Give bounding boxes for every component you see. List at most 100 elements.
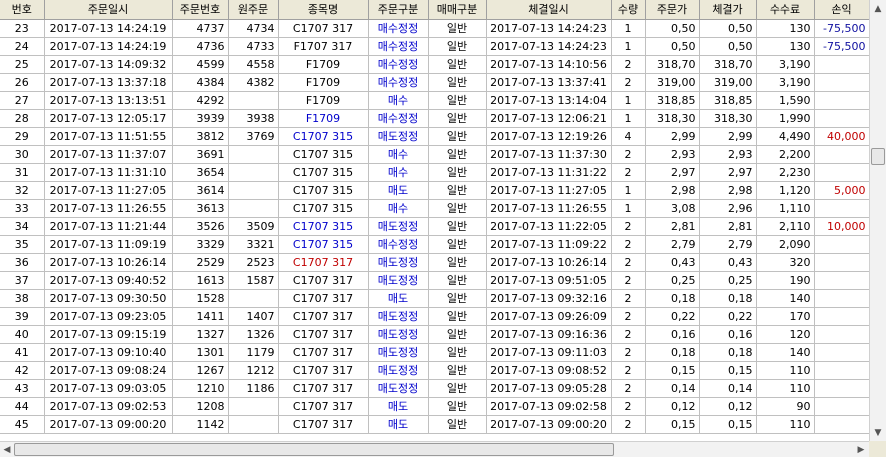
horizontal-scrollbar[interactable]: ◀ ▶ <box>0 441 869 457</box>
cell-order-no: 3329 <box>172 235 229 254</box>
cell-pnl <box>814 55 869 74</box>
table-row[interactable]: 45 2017-07-13 09:00:20 1142 C1707 317 매도 일반 20… <box>0 415 869 434</box>
orders-grid[interactable]: 번호 주문일시 주문번호 원주문 종목명 주문구분 매매구분 체결일시 수량 주문가 체결가 수수료 손… <box>0 0 869 441</box>
cell-pnl <box>814 379 869 398</box>
table-row[interactable]: 29 2017-07-13 11:51:55 3812 3769 C1707 315 매도… <box>0 127 869 146</box>
column-header[interactable]: 주문가 <box>645 0 700 20</box>
table-row[interactable]: 23 2017-07-13 14:24:19 4737 4734 C1707 317 매수… <box>0 19 869 38</box>
column-header[interactable]: 손익 <box>814 0 869 20</box>
cell-item: C1707 315 <box>278 235 369 254</box>
table-row[interactable]: 43 2017-07-13 09:03:05 1210 1186 C1707 317 매도… <box>0 379 869 398</box>
arrow-left-icon[interactable]: ◀ <box>0 442 14 457</box>
column-header[interactable]: 주문번호 <box>172 0 229 20</box>
table-row[interactable]: 24 2017-07-13 14:24:19 4736 4733 F1707 317 매수… <box>0 37 869 56</box>
cell-orig <box>228 397 279 416</box>
table-row[interactable]: 27 2017-07-13 13:13:51 4292 F1709 매수 일반 2017-0… <box>0 91 869 110</box>
cell-orig: 2523 <box>228 253 279 272</box>
cell-type: 매수 <box>368 91 429 110</box>
cell-item: C1707 317 <box>278 271 369 290</box>
cell-no: 25 <box>0 55 45 74</box>
cell-order-no: 3613 <box>172 199 229 218</box>
table-row[interactable]: 40 2017-07-13 09:15:19 1327 1326 C1707 317 매도… <box>0 325 869 344</box>
cell-fill-price: 318,70 <box>699 55 757 74</box>
table-row[interactable]: 28 2017-07-13 12:05:17 3939 3938 F1709 매수정정 일반… <box>0 109 869 128</box>
vertical-scroll-thumb[interactable] <box>871 148 885 165</box>
cell-trade: 일반 <box>428 91 487 110</box>
cell-fill-time: 2017-07-13 12:19:26 <box>486 127 612 146</box>
column-header[interactable]: 주문일시 <box>44 0 173 20</box>
cell-fill-price: 0,16 <box>699 325 757 344</box>
cell-item: C1707 317 <box>278 415 369 434</box>
table-body: 23 2017-07-13 14:24:19 4737 4734 C1707 317 매수… <box>0 19 869 434</box>
cell-price: 2,93 <box>645 145 700 164</box>
cell-pnl <box>814 361 869 380</box>
table-row[interactable]: 31 2017-07-13 11:31:10 3654 C1707 315 매수 일반 20… <box>0 163 869 182</box>
column-header[interactable]: 주문구분 <box>368 0 429 20</box>
cell-order-no: 1613 <box>172 271 229 290</box>
cell-order-time: 2017-07-13 11:09:19 <box>44 235 173 254</box>
cell-fill-time: 2017-07-13 11:31:22 <box>486 163 612 182</box>
table-row[interactable]: 26 2017-07-13 13:37:18 4384 4382 F1709 매수정정 일반… <box>0 73 869 92</box>
cell-order-time: 2017-07-13 14:09:32 <box>44 55 173 74</box>
arrow-down-icon[interactable]: ▼ <box>870 424 886 441</box>
column-header[interactable]: 수량 <box>611 0 646 20</box>
table-row[interactable]: 37 2017-07-13 09:40:52 1613 1587 C1707 317 매도… <box>0 271 869 290</box>
cell-item: C1707 317 <box>278 19 369 38</box>
cell-fill-time: 2017-07-13 14:24:23 <box>486 19 612 38</box>
cell-orig: 1212 <box>228 361 279 380</box>
column-header[interactable]: 원주문 <box>228 0 279 20</box>
table-row[interactable]: 36 2017-07-13 10:26:14 2529 2523 C1707 317 매도… <box>0 253 869 272</box>
cell-order-no: 1528 <box>172 289 229 308</box>
column-header[interactable]: 종목명 <box>278 0 369 20</box>
vertical-scrollbar[interactable]: ▲ ▼ <box>869 0 886 441</box>
cell-fill-price: 0,50 <box>699 19 757 38</box>
table-row[interactable]: 41 2017-07-13 09:10:40 1301 1179 C1707 317 매도… <box>0 343 869 362</box>
cell-type: 매도 <box>368 415 429 434</box>
cell-order-no: 4384 <box>172 73 229 92</box>
cell-price: 318,30 <box>645 109 700 128</box>
cell-orig: 1587 <box>228 271 279 290</box>
arrow-right-icon[interactable]: ▶ <box>854 442 868 457</box>
table-row[interactable]: 39 2017-07-13 09:23:05 1411 1407 C1707 317 매도… <box>0 307 869 326</box>
cell-order-time: 2017-07-13 09:23:05 <box>44 307 173 326</box>
cell-order-time: 2017-07-13 09:08:24 <box>44 361 173 380</box>
cell-type: 매수 <box>368 163 429 182</box>
horizontal-scroll-thumb[interactable] <box>14 443 614 456</box>
cell-fill-time: 2017-07-13 11:22:05 <box>486 217 612 236</box>
cell-pnl <box>814 163 869 182</box>
column-header[interactable]: 체결가 <box>699 0 757 20</box>
cell-fill-time: 2017-07-13 13:37:41 <box>486 73 612 92</box>
cell-price: 0,50 <box>645 37 700 56</box>
cell-type: 매도정정 <box>368 325 429 344</box>
table-row[interactable]: 25 2017-07-13 14:09:32 4599 4558 F1709 매수정정 일반… <box>0 55 869 74</box>
cell-orig <box>228 181 279 200</box>
cell-order-time: 2017-07-13 09:10:40 <box>44 343 173 362</box>
cell-order-no: 3812 <box>172 127 229 146</box>
table-row[interactable]: 30 2017-07-13 11:37:07 3691 C1707 315 매수 일반 20… <box>0 145 869 164</box>
cell-orig: 1186 <box>228 379 279 398</box>
cell-qty: 2 <box>611 163 646 182</box>
table-row[interactable]: 32 2017-07-13 11:27:05 3614 C1707 315 매도 일반 20… <box>0 181 869 200</box>
cell-no: 35 <box>0 235 45 254</box>
cell-orig: 1326 <box>228 325 279 344</box>
cell-fill-time: 2017-07-13 09:16:36 <box>486 325 612 344</box>
table-row[interactable]: 35 2017-07-13 11:09:19 3329 3321 C1707 315 매수… <box>0 235 869 254</box>
table-row[interactable]: 33 2017-07-13 11:26:55 3613 C1707 315 매수 일반 20… <box>0 199 869 218</box>
column-header[interactable]: 번호 <box>0 0 45 20</box>
table-row[interactable]: 42 2017-07-13 09:08:24 1267 1212 C1707 317 매도… <box>0 361 869 380</box>
column-header[interactable]: 체결일시 <box>486 0 612 20</box>
arrow-up-icon[interactable]: ▲ <box>870 0 886 17</box>
column-header[interactable]: 수수료 <box>756 0 815 20</box>
cell-order-no: 4737 <box>172 19 229 38</box>
cell-no: 34 <box>0 217 45 236</box>
table-row[interactable]: 34 2017-07-13 11:21:44 3526 3509 C1707 315 매도… <box>0 217 869 236</box>
cell-price: 0,43 <box>645 253 700 272</box>
table-row[interactable]: 38 2017-07-13 09:30:50 1528 C1707 317 매도 일반 20… <box>0 289 869 308</box>
cell-fill-time: 2017-07-13 09:11:03 <box>486 343 612 362</box>
cell-item: C1707 317 <box>278 325 369 344</box>
cell-fill-time: 2017-07-13 11:26:55 <box>486 199 612 218</box>
column-header[interactable]: 매매구분 <box>428 0 487 20</box>
table-row[interactable]: 44 2017-07-13 09:02:53 1208 C1707 317 매도 일반 20… <box>0 397 869 416</box>
cell-pnl: 40,000 <box>814 127 869 146</box>
cell-item: C1707 317 <box>278 379 369 398</box>
